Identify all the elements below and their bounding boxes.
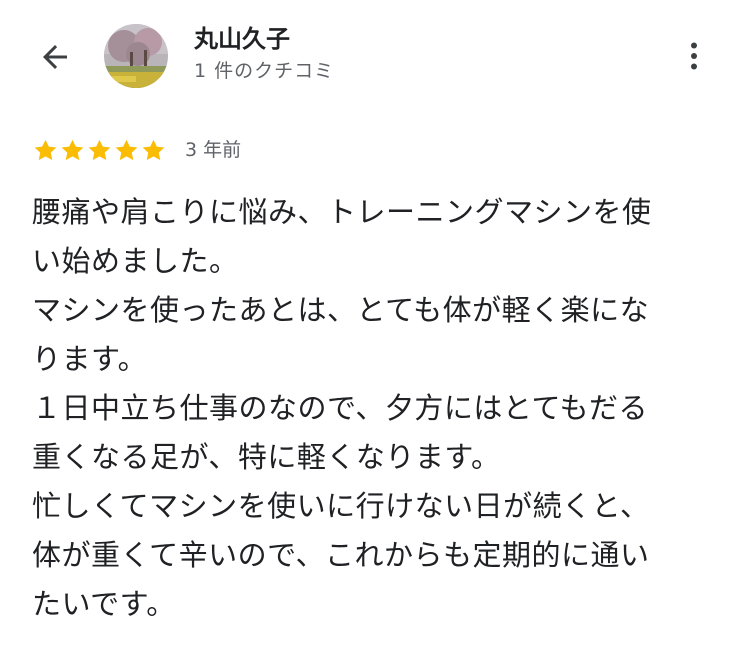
review-text-line: 重くなる足が、特に軽くなります。	[32, 440, 501, 474]
avatar[interactable]	[104, 24, 168, 88]
review-header: 丸山久子 1 件のクチコミ	[0, 0, 750, 112]
review-text-line: 腰痛や肩こりに悩み、トレーニングマシンを使	[32, 195, 652, 229]
review-text-line: 忙しくてマシンを使いに行けない日が続くと、	[32, 489, 650, 523]
review-text-line: たいです。	[32, 587, 176, 621]
review-text-line: １日中立ち仕事のなので、夕方にはとてもだる	[32, 391, 649, 425]
star-rating	[32, 137, 167, 164]
more-vert-icon	[691, 42, 697, 70]
arrow-left-icon	[43, 45, 67, 69]
review-text-line: ります。	[32, 342, 148, 376]
review-date: 3 年前	[185, 139, 242, 161]
reviewer-name[interactable]: 丸山久子	[194, 22, 290, 56]
review-text-line: い始めました。	[32, 244, 239, 278]
avatar-photo	[104, 24, 168, 88]
more-options-button[interactable]	[672, 34, 716, 78]
star-icon	[61, 139, 84, 160]
star-icon	[88, 139, 111, 160]
review-text-line: 体が重くて辛いので、これからも定期的に通い	[32, 538, 650, 572]
star-icon	[115, 139, 138, 160]
review-text: 腰痛や肩こりに悩み、トレーニングマシンを使 い始めました。マシンを使ったあとは、と…	[32, 188, 722, 629]
review-count: 1 件のクチコミ	[194, 60, 335, 82]
review-text-line: マシンを使ったあとは、とても体が軽く楽にな	[32, 293, 650, 327]
star-icon	[142, 139, 165, 160]
rating-row: 3 年前	[32, 136, 241, 164]
back-button[interactable]	[30, 34, 80, 80]
star-icon	[34, 139, 57, 160]
